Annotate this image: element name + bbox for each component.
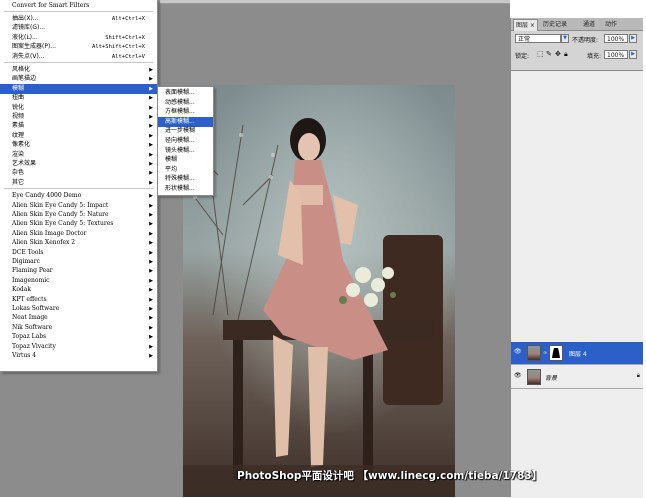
document-tab-strip — [160, 0, 510, 4]
blend-mode-value: 正常 — [518, 36, 531, 43]
tab-channels[interactable]: 通道 — [581, 19, 597, 30]
layer-row-layer4[interactable]: 👁︎ ∞ 图层 4 — [511, 342, 643, 365]
lock-transparent-icon[interactable]: ⬚ — [537, 50, 544, 58]
layer-thumbnail — [527, 369, 541, 385]
filter-menu-item[interactable]: 其它 ▶ — [0, 178, 157, 188]
submenu-item-label: 模糊 — [165, 156, 178, 164]
fill-value: 100% — [607, 52, 625, 59]
tab-actions[interactable]: 动作 — [603, 19, 619, 30]
opacity-value: 100% — [607, 36, 625, 43]
document-photo[interactable] — [183, 85, 455, 497]
submenu-item-label: 形状模糊... — [165, 185, 195, 192]
layer-mask-thumbnail[interactable] — [549, 345, 563, 361]
menu-separator — [4, 188, 153, 190]
submenu-item-label: 特殊模糊... — [165, 175, 195, 183]
menu-item-label: Convert for Smart Filters — [12, 2, 90, 9]
lock-brush-icon[interactable]: ✎ — [546, 50, 552, 58]
submenu-item-label: 镜头模糊... — [165, 146, 195, 154]
blur-submenu-item[interactable]: 表面模糊... — [158, 88, 213, 98]
blend-dropdown-arrow[interactable]: ▼ — [561, 34, 569, 43]
filter-menu[interactable]: Convert for Smart Filters 抽出(X)... Alt+Ctr… — [0, 0, 158, 372]
opacity-slider-arrow[interactable]: ▶ — [629, 34, 637, 43]
visibility-eye-icon[interactable]: 👁︎ — [514, 349, 522, 355]
blur-submenu[interactable]: 表面模糊... 动感模糊... 方框模糊... 高斯模糊... 进一步模糊径向模糊...… — [157, 86, 214, 196]
lock-label: 锁定: — [515, 53, 530, 60]
blur-submenu-item[interactable]: 模糊 — [158, 155, 213, 165]
layers-list[interactable]: 👁︎ ∞ 图层 4 👁︎ 背景 🔒︎ — [511, 70, 643, 498]
fill-input[interactable]: 100% — [604, 50, 628, 59]
blur-submenu-item[interactable]: 高斯模糊... — [158, 116, 213, 127]
submenu-item-label: 高斯模糊... — [165, 117, 195, 125]
tab-layers[interactable]: 图层 × — [513, 19, 538, 31]
blur-submenu-item[interactable]: 进一步模糊 — [158, 126, 213, 136]
tab-layers-label: 图层 — [516, 22, 529, 29]
blur-submenu-item[interactable]: 特殊模糊... — [158, 174, 213, 184]
layer-thumbnail — [527, 345, 541, 361]
menu-item-label: 消失点(V)... — [12, 52, 45, 60]
lock-icon: 🔒︎ — [636, 372, 640, 379]
blend-mode-select[interactable]: 正常 — [515, 34, 561, 43]
chain-link-icon[interactable]: ∞ — [543, 350, 547, 356]
submenu-item-label: 方框模糊... — [165, 108, 195, 116]
lock-all-icon[interactable]: 🔒︎ — [564, 50, 568, 59]
blur-submenu-item[interactable]: 动感模糊... — [158, 98, 213, 108]
blur-submenu-item[interactable]: 形状模糊... — [158, 184, 213, 194]
lock-row: 锁定: ⬚ ✎ ✥ 🔒︎ 填充: 100% ▶ — [511, 48, 643, 62]
submenu-item-label: 径向模糊... — [165, 137, 195, 144]
layer-name[interactable]: 图层 4 — [569, 349, 587, 358]
menu-item-label: Virtus 4 — [12, 352, 37, 359]
panel-tab-bar: 图层 × 历史记录 通道 动作 — [511, 18, 643, 31]
opacity-input[interactable]: 100% — [604, 34, 628, 43]
fill-slider-arrow[interactable]: ▶ — [629, 50, 637, 59]
layer-name[interactable]: 背景 — [545, 373, 557, 382]
blur-submenu-item[interactable]: 方框模糊... — [158, 107, 213, 117]
filter-menu-item[interactable]: Virtus 4 ▶ — [0, 351, 157, 361]
filter-menu-item[interactable]: Convert for Smart Filters — [0, 1, 157, 11]
blur-submenu-item[interactable]: 径向模糊... — [158, 136, 213, 146]
submenu-item-label: 进一步模糊 — [165, 127, 196, 135]
blend-row: 正常 ▼ 不透明度: 100% ▶ — [511, 32, 643, 46]
menu-separator — [4, 11, 153, 12]
mask-shape-icon — [552, 348, 560, 358]
blur-submenu-item[interactable]: 平均 — [158, 165, 213, 175]
visibility-eye-icon[interactable]: 👁︎ — [514, 373, 522, 379]
submenu-item-label: 平均 — [165, 165, 178, 173]
lock-move-icon[interactable]: ✥ — [555, 50, 561, 58]
watermark-text: PhotoShop平面设计吧 【www.linecg.com/tieba/178… — [237, 470, 543, 482]
menu-separator — [4, 62, 153, 63]
layers-panel[interactable]: 图层 × 历史记录 通道 动作 正常 ▼ 不透明度: 100% ▶ 锁定: ⬚ … — [510, 18, 643, 498]
layer-row-background[interactable]: 👁︎ 背景 🔒︎ — [511, 366, 643, 389]
fill-label: 填充: — [587, 53, 602, 60]
tab-history[interactable]: 历史记录 — [541, 19, 569, 30]
menu-item-shortcut: Alt+Ctrl+V — [111, 53, 145, 60]
submenu-item-label: 表面模糊... — [165, 89, 195, 96]
submenu-arrow-icon: ▶ — [149, 179, 153, 186]
photo-illustration — [183, 85, 455, 497]
submenu-arrow-icon: ▶ — [149, 353, 153, 359]
opacity-label: 不透明度: — [572, 37, 599, 44]
menu-item-label: 其它 — [12, 178, 25, 186]
filter-menu-item[interactable]: 消失点(V)... Alt+Ctrl+V — [0, 52, 157, 62]
submenu-item-label: 动感模糊... — [165, 98, 195, 106]
blur-submenu-item[interactable]: 镜头模糊... — [158, 146, 213, 156]
